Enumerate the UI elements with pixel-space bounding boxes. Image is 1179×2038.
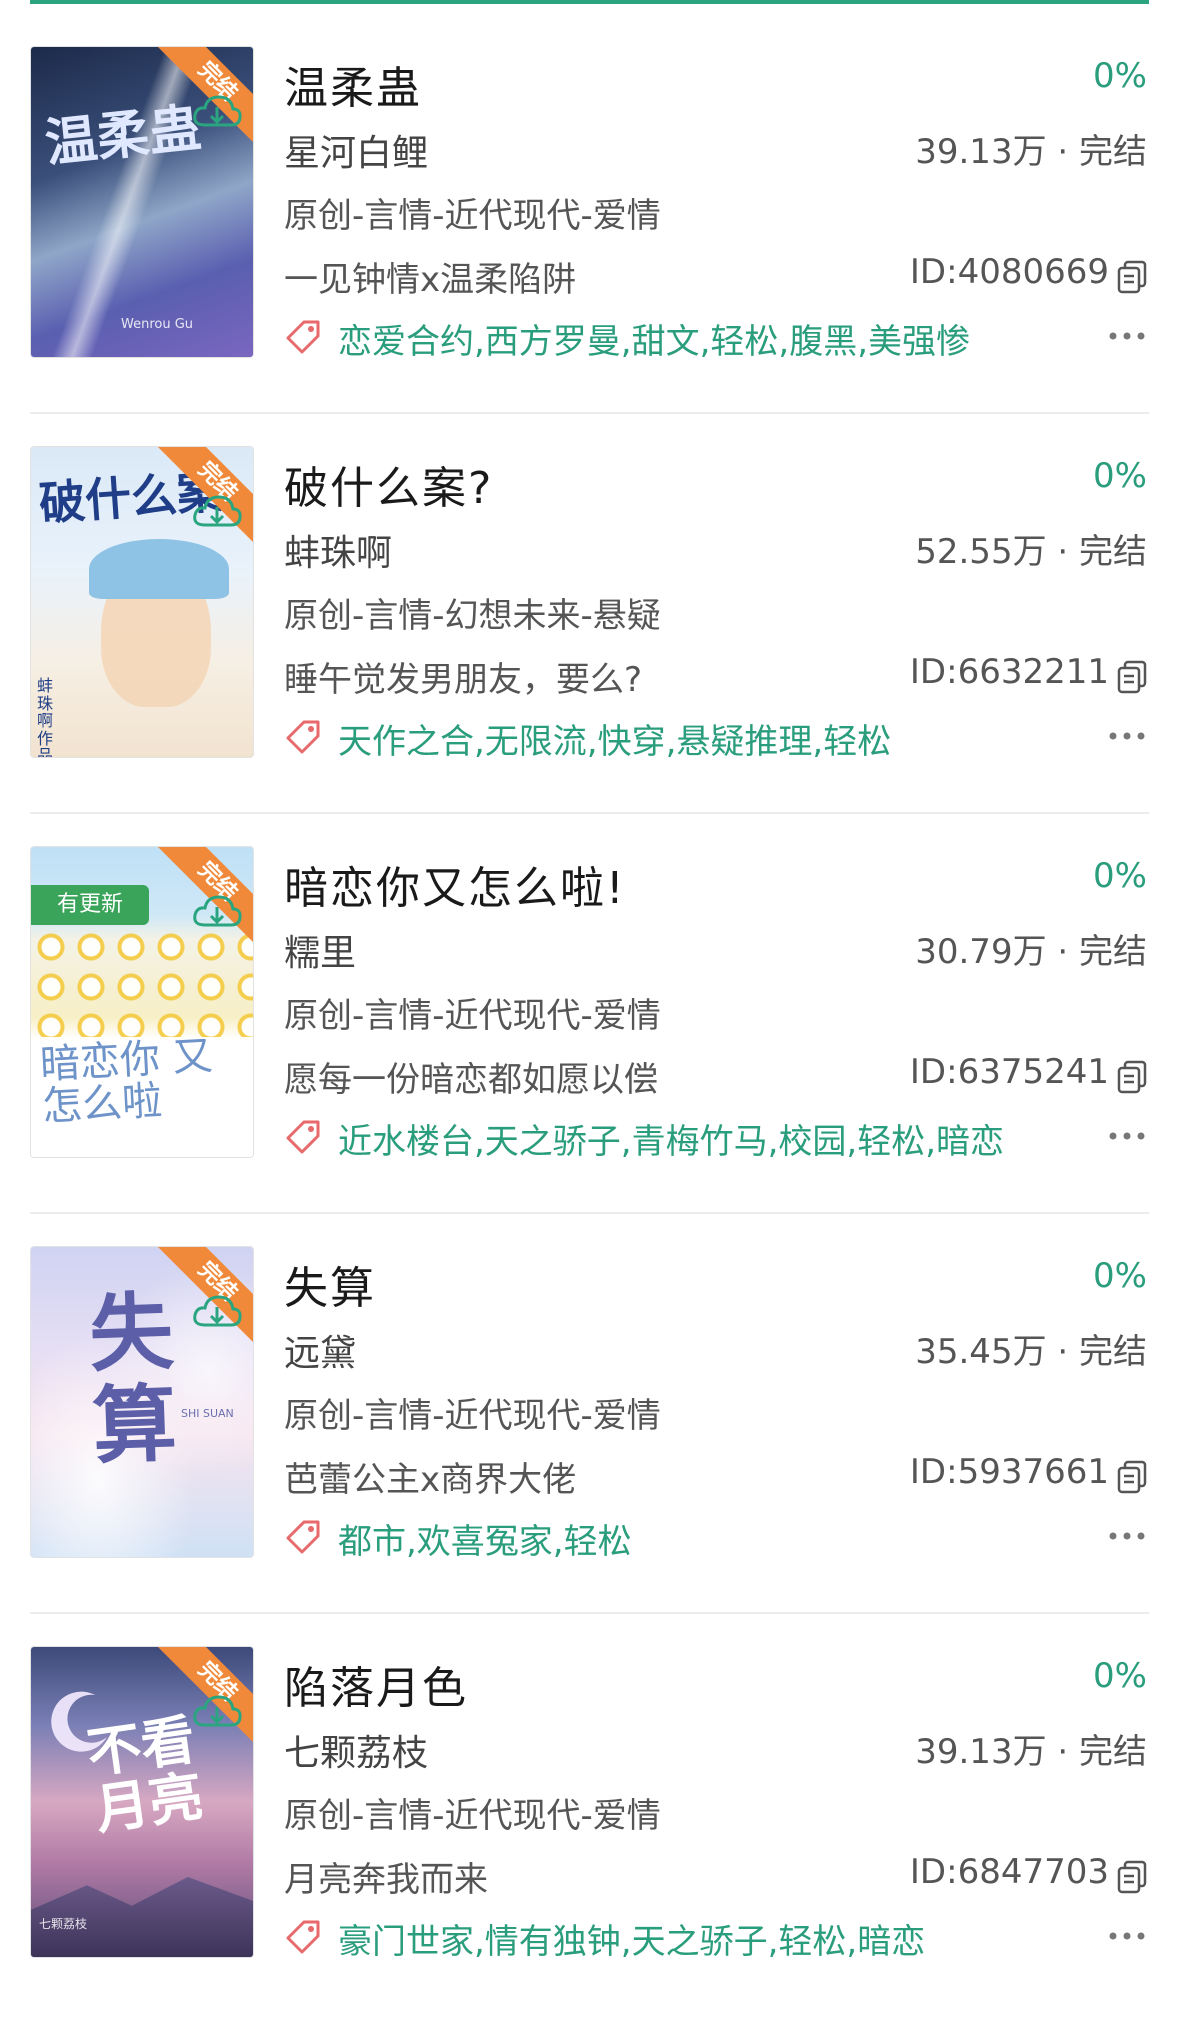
book-tags: 近水楼台,天之骄子,青梅竹马,校园,轻松,暗恋 (338, 1122, 1005, 1162)
book-author[interactable]: 星河白鲤 (284, 124, 428, 176)
book-title[interactable]: 破什么案? (284, 452, 493, 516)
reading-progress: 0% (1093, 856, 1147, 896)
cover-author: 蚌珠啊 作品 (37, 676, 54, 758)
cover-title: 失算 (87, 1281, 179, 1476)
book-title[interactable]: 温柔蛊 (284, 52, 422, 116)
book-tags: 都市,欢喜冤家,轻松 (338, 1522, 632, 1562)
cloud-download-icon[interactable] (191, 491, 243, 531)
book-item[interactable]: 不看月亮 七颗荔枝 完结 陷落月色 0% 七颗荔枝 39.13万 · 完结 原创… (30, 1646, 1149, 1962)
book-genre: 原创-言情-近代现代-爱情 (284, 1396, 661, 1436)
book-genre: 原创-言情-近代现代-爱情 (284, 996, 661, 1036)
book-item[interactable]: 温柔蛊 Wenrou Gu 完结 温柔蛊 0% 星河白鲤 39.13万 · 完结… (30, 46, 1149, 362)
reading-progress: 0% (1093, 56, 1147, 96)
book-tags: 天作之合,无限流,快穿,悬疑推理,轻松 (338, 722, 892, 762)
more-options-icon[interactable] (1107, 726, 1147, 746)
top-accent-line (30, 0, 1149, 4)
book-tags: 恋爱合约,西方罗曼,甜文,轻松,腹黑,美强惨 (338, 322, 971, 362)
book-cover[interactable]: 失算 SHI SUAN 完结 (30, 1246, 254, 1558)
book-intro: 芭蕾公主x商界大佬 (284, 1460, 577, 1500)
book-title[interactable]: 暗恋你又怎么啦! (284, 852, 626, 916)
tag-icon (286, 1520, 320, 1554)
divider (30, 1212, 1149, 1214)
cover-subtitle: SHI SUAN (181, 1407, 234, 1420)
book-cover[interactable]: 温柔蛊 Wenrou Gu 完结 (30, 46, 254, 358)
book-id: ID:6847703 (909, 1852, 1109, 1892)
book-genre: 原创-言情-幻想未来-悬疑 (284, 596, 661, 636)
book-id: ID:4080669 (909, 252, 1109, 292)
book-author[interactable]: 七颗荔枝 (284, 1724, 428, 1776)
cloud-download-icon[interactable] (191, 1291, 243, 1331)
word-count-status: 52.55万 · 完结 (915, 532, 1147, 572)
book-author[interactable]: 糯里 (284, 924, 356, 976)
cover-signature: Wenrou Gu (121, 317, 194, 332)
tag-icon (286, 320, 320, 354)
more-options-icon[interactable] (1107, 1126, 1147, 1146)
book-title[interactable]: 失算 (284, 1252, 376, 1316)
reading-progress: 0% (1093, 1256, 1147, 1296)
cloud-download-icon[interactable] (191, 91, 243, 131)
cloud-download-icon[interactable] (191, 891, 243, 931)
book-cover[interactable]: 暗恋你 又怎么啦 有更新 完结 (30, 846, 254, 1158)
book-item[interactable]: 暗恋你 又怎么啦 有更新 完结 暗恋你又怎么啦! 0% 糯里 30.79万 · … (30, 846, 1149, 1162)
book-genre: 原创-言情-近代现代-爱情 (284, 1796, 661, 1836)
book-item[interactable]: 破什么案 蚌珠啊 作品 完结 破什么案? 0% 蚌珠啊 52.55万 · 完结 … (30, 446, 1149, 762)
more-options-icon[interactable] (1107, 1926, 1147, 1946)
divider (30, 812, 1149, 814)
book-intro: 睡午觉发男朋友，要么? (284, 660, 643, 700)
tag-icon (286, 1920, 320, 1954)
word-count-status: 39.13万 · 完结 (915, 1732, 1147, 1772)
divider (30, 412, 1149, 414)
book-id: ID:5937661 (909, 1452, 1109, 1492)
more-options-icon[interactable] (1107, 326, 1147, 346)
more-options-icon[interactable] (1107, 1526, 1147, 1546)
book-cover[interactable]: 破什么案 蚌珠啊 作品 完结 (30, 446, 254, 758)
book-id: ID:6375241 (909, 1052, 1109, 1092)
update-badge: 有更新 (31, 885, 149, 925)
copy-icon[interactable] (1117, 1460, 1147, 1494)
word-count-status: 35.45万 · 完结 (915, 1332, 1147, 1372)
word-count-status: 39.13万 · 完结 (915, 132, 1147, 172)
copy-icon[interactable] (1117, 260, 1147, 294)
book-intro: 月亮奔我而来 (284, 1860, 488, 1900)
cover-title: 暗恋你 又怎么啦 (38, 1033, 214, 1131)
tag-icon (286, 1120, 320, 1154)
book-tags: 豪门世家,情有独钟,天之骄子,轻松,暗恋 (338, 1922, 926, 1962)
book-id: ID:6632211 (909, 652, 1109, 692)
cover-author: 七颗荔枝 (39, 1917, 88, 1931)
book-author[interactable]: 蚌珠啊 (284, 524, 392, 576)
word-count-status: 30.79万 · 完结 (915, 932, 1147, 972)
tag-icon (286, 720, 320, 754)
copy-icon[interactable] (1117, 1860, 1147, 1894)
cloud-download-icon[interactable] (191, 1691, 243, 1731)
book-title[interactable]: 陷落月色 (284, 1652, 468, 1716)
copy-icon[interactable] (1117, 1060, 1147, 1094)
reading-progress: 0% (1093, 1656, 1147, 1696)
book-author[interactable]: 远黛 (284, 1324, 356, 1376)
divider (30, 1612, 1149, 1614)
book-intro: 一见钟情x温柔陷阱 (284, 260, 577, 300)
reading-progress: 0% (1093, 456, 1147, 496)
book-intro: 愿每一份暗恋都如愿以偿 (284, 1060, 658, 1100)
book-item[interactable]: 失算 SHI SUAN 完结 失算 0% 远黛 35.45万 · 完结 原创-言… (30, 1246, 1149, 1562)
book-genre: 原创-言情-近代现代-爱情 (284, 196, 661, 236)
copy-icon[interactable] (1117, 660, 1147, 694)
book-cover[interactable]: 不看月亮 七颗荔枝 完结 (30, 1646, 254, 1958)
